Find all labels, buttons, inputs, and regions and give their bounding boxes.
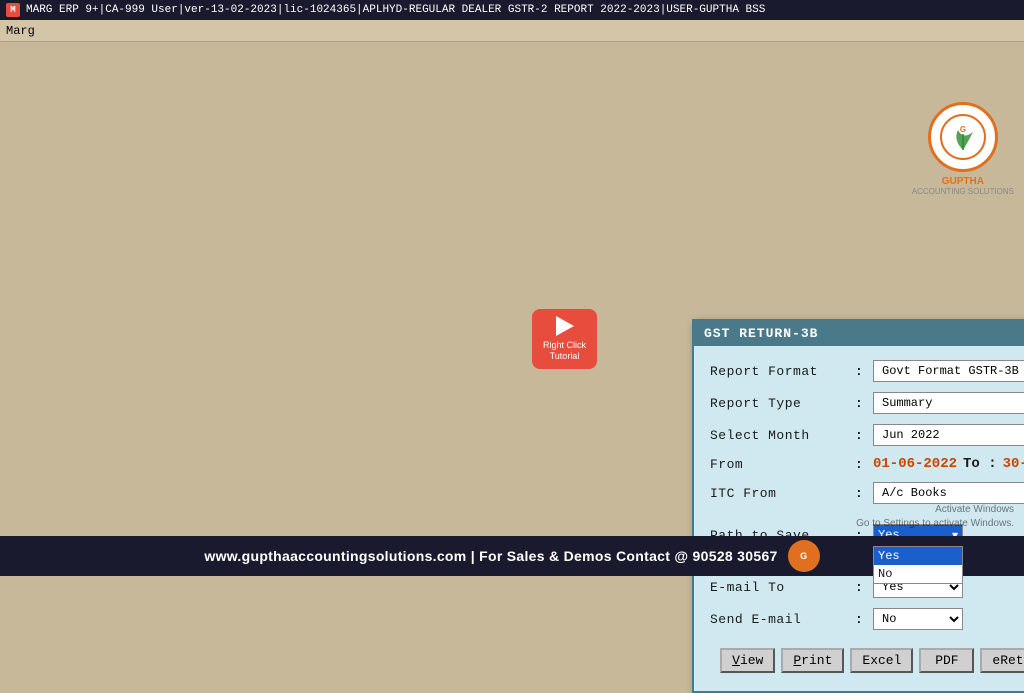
guptha-logo: G GUPTHA ACCOUNTING SOLUTIONS (912, 102, 1014, 196)
report-type-select[interactable]: Summary (873, 392, 1024, 414)
footer-text: www.gupthaaccountingsolutions.com | For … (204, 548, 777, 564)
report-type-label: Report Type (710, 396, 855, 411)
select-month-row: Select Month : Jun 2022 (710, 424, 1024, 446)
send-email-select[interactable]: No (873, 608, 963, 630)
footer-bar: www.gupthaaccountingsolutions.com | For … (0, 536, 1024, 576)
report-format-label: Report Format (710, 364, 855, 379)
select-month-label: Select Month (710, 428, 855, 443)
title-bar-text: MARG ERP 9+|CA-999 User|ver-13-02-2023|l… (26, 4, 765, 16)
svg-text:G: G (960, 125, 966, 134)
email-to-row: E-mail To : Yes (710, 576, 1024, 598)
pdf-button[interactable]: PDF (919, 648, 974, 673)
guptha-circle: G (928, 102, 998, 172)
youtube-button[interactable]: Right Click Tutorial (532, 309, 597, 369)
date-range: 01-06-2022 To : 30-06-2022 (873, 456, 1024, 472)
to-date: 30-06-2022 (1003, 456, 1024, 472)
guptha-name: GUPTHA (912, 176, 1014, 187)
colon8: : (855, 612, 873, 627)
buttons-row: View Print Excel PDF eReturn Json Upload… (710, 648, 1024, 681)
title-bar: M MARG ERP 9+|CA-999 User|ver-13-02-2023… (0, 0, 1024, 20)
guptha-svg-icon: G (938, 112, 988, 162)
path-to-save-dropdown-list: Yes No (873, 546, 963, 584)
ereturn-button[interactable]: eReturn (980, 648, 1024, 673)
send-email-row: Send E-mail : No (710, 608, 1024, 630)
report-format-row: Report Format : Govt Format GSTR-3B (710, 360, 1024, 382)
app-icon: M (6, 3, 20, 17)
guptha-subtitle: ACCOUNTING SOLUTIONS (912, 187, 1014, 196)
colon7: : (855, 580, 873, 595)
activate-windows-line2: Go to Settings to activate Windows. (856, 517, 1014, 531)
dropdown-option-yes-1[interactable]: Yes (874, 547, 962, 565)
email-to-label: E-mail To (710, 580, 855, 595)
menu-bar: Marg (0, 20, 1024, 42)
select-month-select[interactable]: Jun 2022 (873, 424, 1024, 446)
footer-logo: G (788, 540, 820, 572)
report-type-row: Report Type : Summary (710, 392, 1024, 414)
view-button[interactable]: View (720, 648, 775, 673)
colon2: : (855, 396, 873, 411)
from-label: From (710, 457, 855, 472)
print-button[interactable]: Print (781, 648, 844, 673)
main-content: GST RETURN-3B Report Format : Govt Forma… (0, 42, 1024, 536)
excel-button[interactable]: Excel (850, 648, 913, 673)
play-icon (556, 316, 574, 336)
report-format-select[interactable]: Govt Format GSTR-3B (873, 360, 1024, 382)
colon3: : (855, 428, 873, 443)
dropdown-option-no[interactable]: No (874, 565, 962, 583)
dialog-title: GST RETURN-3B (694, 321, 1024, 346)
itc-from-select[interactable]: A/c Books (873, 482, 1024, 504)
colon1: : (855, 364, 873, 379)
itc-from-label: ITC From (710, 486, 855, 501)
menu-marg[interactable]: Marg (6, 24, 35, 38)
activate-windows: Activate Windows Go to Settings to activ… (856, 503, 1014, 531)
colon5: : (855, 486, 873, 501)
send-email-label: Send E-mail (710, 612, 855, 627)
activate-windows-line1: Activate Windows (856, 503, 1014, 517)
itc-from-row: ITC From : A/c Books (710, 482, 1024, 504)
to-label: To : (963, 456, 997, 472)
colon4: : (855, 457, 873, 472)
yt-label: Right Click Tutorial (543, 340, 586, 362)
from-to-row: From : 01-06-2022 To : 30-06-2022 (710, 456, 1024, 472)
from-date: 01-06-2022 (873, 456, 957, 472)
